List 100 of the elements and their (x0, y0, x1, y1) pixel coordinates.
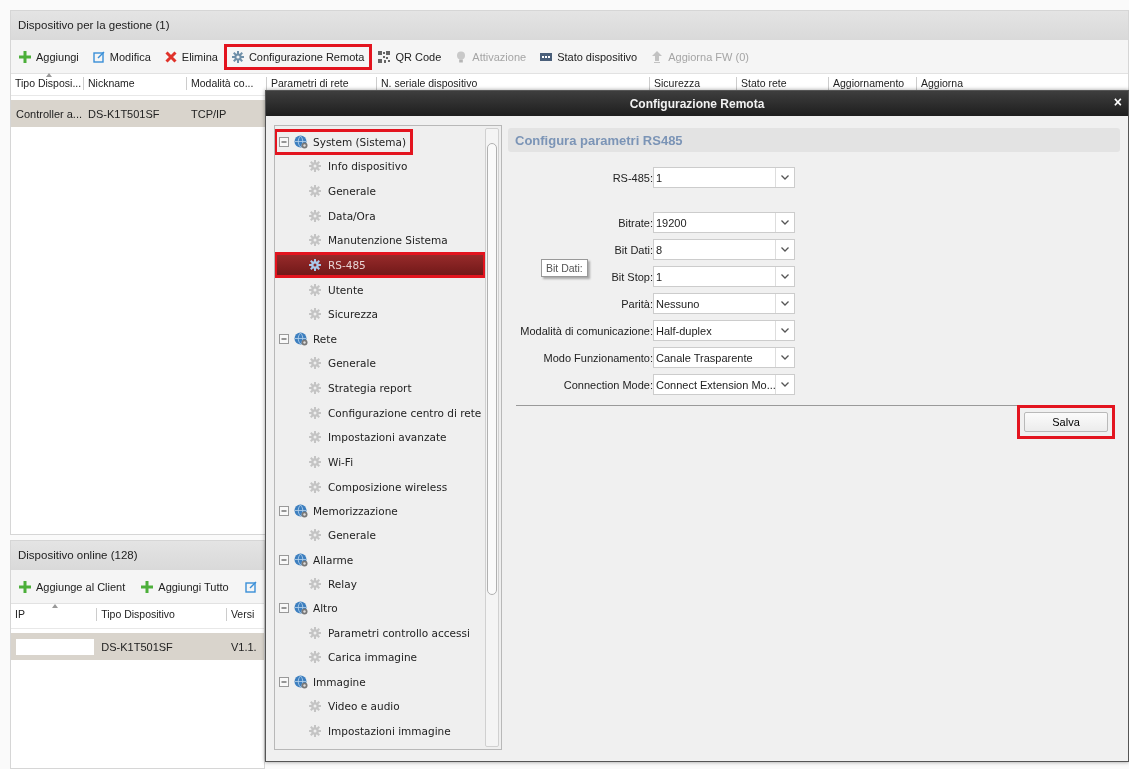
panel-title: Dispositivo per la gestione (1) (11, 11, 1128, 40)
plus-icon (141, 580, 154, 593)
tree-item[interactable]: RS-485 (275, 252, 485, 278)
tree-item[interactable]: Utente (275, 277, 485, 303)
globe-icon (294, 674, 308, 689)
gear-icon (309, 480, 321, 493)
globe-icon (294, 135, 308, 149)
toolbar-button[interactable]: QR Code (374, 47, 446, 66)
close-button[interactable]: × (1111, 95, 1124, 109)
field-label: Bit Dati: (613, 243, 653, 256)
collapse-icon[interactable] (279, 554, 289, 565)
qr-code-icon (378, 50, 391, 63)
table-cell-text: DS-K1T501SF (100, 640, 174, 653)
dropdown[interactable]: 1 (653, 266, 795, 287)
gear-icon (309, 724, 321, 737)
tree-group[interactable]: Rete (275, 326, 343, 351)
dropdown[interactable]: 1 (653, 167, 795, 188)
plus-icon (19, 580, 31, 593)
delete-icon (164, 50, 177, 63)
tree-group[interactable]: Altro (275, 596, 344, 621)
tree-item[interactable]: Impostazioni avanzate (275, 424, 485, 450)
table-cell-text: TCP/IP (190, 107, 228, 120)
gear-icon (309, 283, 321, 296)
tree-item[interactable]: Video e audio (275, 693, 485, 719)
gear-icon (309, 160, 321, 173)
gear-icon (309, 651, 321, 664)
tree-item[interactable]: Configurazione centro di rete (275, 400, 485, 425)
tree-item[interactable]: Wi-Fi (275, 449, 485, 475)
dropdown[interactable]: Connect Extension Mo... (653, 374, 795, 395)
column-header[interactable]: Nickname (83, 77, 186, 90)
dropdown[interactable]: Canale Trasparente (653, 347, 795, 368)
table-cell-text: Controller a... (15, 107, 83, 120)
tree-group[interactable]: Allarme (275, 547, 360, 572)
field-label: Modalità di comunicazione: (519, 324, 653, 337)
column-header[interactable]: IP (11, 608, 97, 621)
save-button[interactable]: Salva (1024, 412, 1108, 432)
toolbar-button[interactable]: Modifica (88, 47, 155, 66)
tree-item[interactable]: Generale (275, 178, 485, 204)
collapse-icon[interactable] (279, 505, 289, 516)
toolbar-button[interactable]: Aggiungi Tutto (137, 577, 233, 596)
globe-icon (294, 331, 308, 346)
bulb-icon (455, 50, 468, 63)
field-label: Bitrate: (617, 216, 653, 229)
column-header[interactable]: Versi (225, 608, 264, 621)
gear-icon (309, 529, 321, 542)
collapse-icon[interactable] (279, 603, 289, 614)
toolbar-button[interactable]: Aggiunge al Client (15, 577, 130, 596)
dialog-title: Configurazione Remota (629, 96, 765, 111)
tree-item[interactable]: Generale (275, 522, 485, 548)
column-header[interactable]: Tipo Dispositivo (96, 608, 226, 621)
dropdown[interactable]: Half-duplex (653, 320, 795, 341)
globe-icon (294, 601, 308, 616)
collapse-icon[interactable] (279, 676, 289, 687)
dropdown[interactable]: 8 (653, 239, 795, 260)
tree-group[interactable]: Immagine (275, 669, 372, 694)
gear-icon (309, 234, 321, 247)
gear-icon (309, 381, 321, 394)
gear-icon (309, 185, 321, 198)
tree-item[interactable]: Strategia report (275, 375, 485, 401)
field-label: Connection Mode: (562, 378, 653, 391)
collapse-icon[interactable] (279, 137, 289, 147)
tree-group[interactable]: System (Sistema) (275, 130, 412, 154)
field-label: Bit Stop: (610, 270, 653, 283)
upload-icon (651, 50, 664, 63)
tree-item[interactable]: Carica immagine (275, 645, 485, 670)
tree-item[interactable]: Info dispositivo (275, 154, 485, 179)
card-icon (540, 50, 553, 63)
toolbar-button[interactable]: Stato dispositivo (536, 47, 642, 66)
tree-item[interactable]: Composizione wireless (275, 474, 485, 499)
tree-item[interactable]: Generale (275, 350, 485, 376)
dropdown[interactable]: 19200 (653, 212, 795, 233)
gear-icon (309, 577, 321, 590)
tree-item[interactable]: Manutenzione Sistema (275, 228, 485, 253)
tree-item[interactable]: Parametri controllo accessi (275, 620, 485, 645)
gear-icon (309, 308, 321, 321)
plus-icon (19, 50, 31, 63)
gear-icon (309, 626, 321, 639)
gear-icon (309, 357, 321, 370)
tree-item[interactable]: Data/Ora (275, 203, 485, 229)
table-row[interactable]: DS-K1T501SF V1.1. (11, 633, 264, 660)
gear-icon (309, 455, 321, 468)
toolbar-button[interactable]: Aggiungi (15, 47, 83, 66)
gear-icon (309, 406, 321, 419)
dropdown[interactable]: Nessuno (653, 293, 795, 314)
table-cell-text: DS-K1T501SF (87, 107, 161, 120)
tooltip: Bit Dati: (541, 259, 588, 277)
scrollbar[interactable] (485, 128, 499, 747)
globe-icon (294, 503, 308, 518)
toolbar-button[interactable]: Elimina (160, 47, 222, 66)
gear-icon (309, 431, 321, 444)
tree-group[interactable]: Memorizzazione (275, 498, 404, 523)
tree-item[interactable]: Impostazioni immagine (275, 718, 485, 744)
tree-item[interactable]: Relay (275, 571, 485, 597)
field-label: RS-485: (611, 171, 653, 184)
tree-item[interactable]: Sicurezza (275, 302, 485, 327)
collapse-icon[interactable] (279, 333, 289, 344)
toolbar-button[interactable]: Configurazione Remota (227, 47, 369, 66)
table-cell-text: V1.1. (229, 640, 258, 653)
column-header[interactable]: Tipo Disposi... (11, 77, 83, 90)
gear-icon (309, 700, 321, 713)
